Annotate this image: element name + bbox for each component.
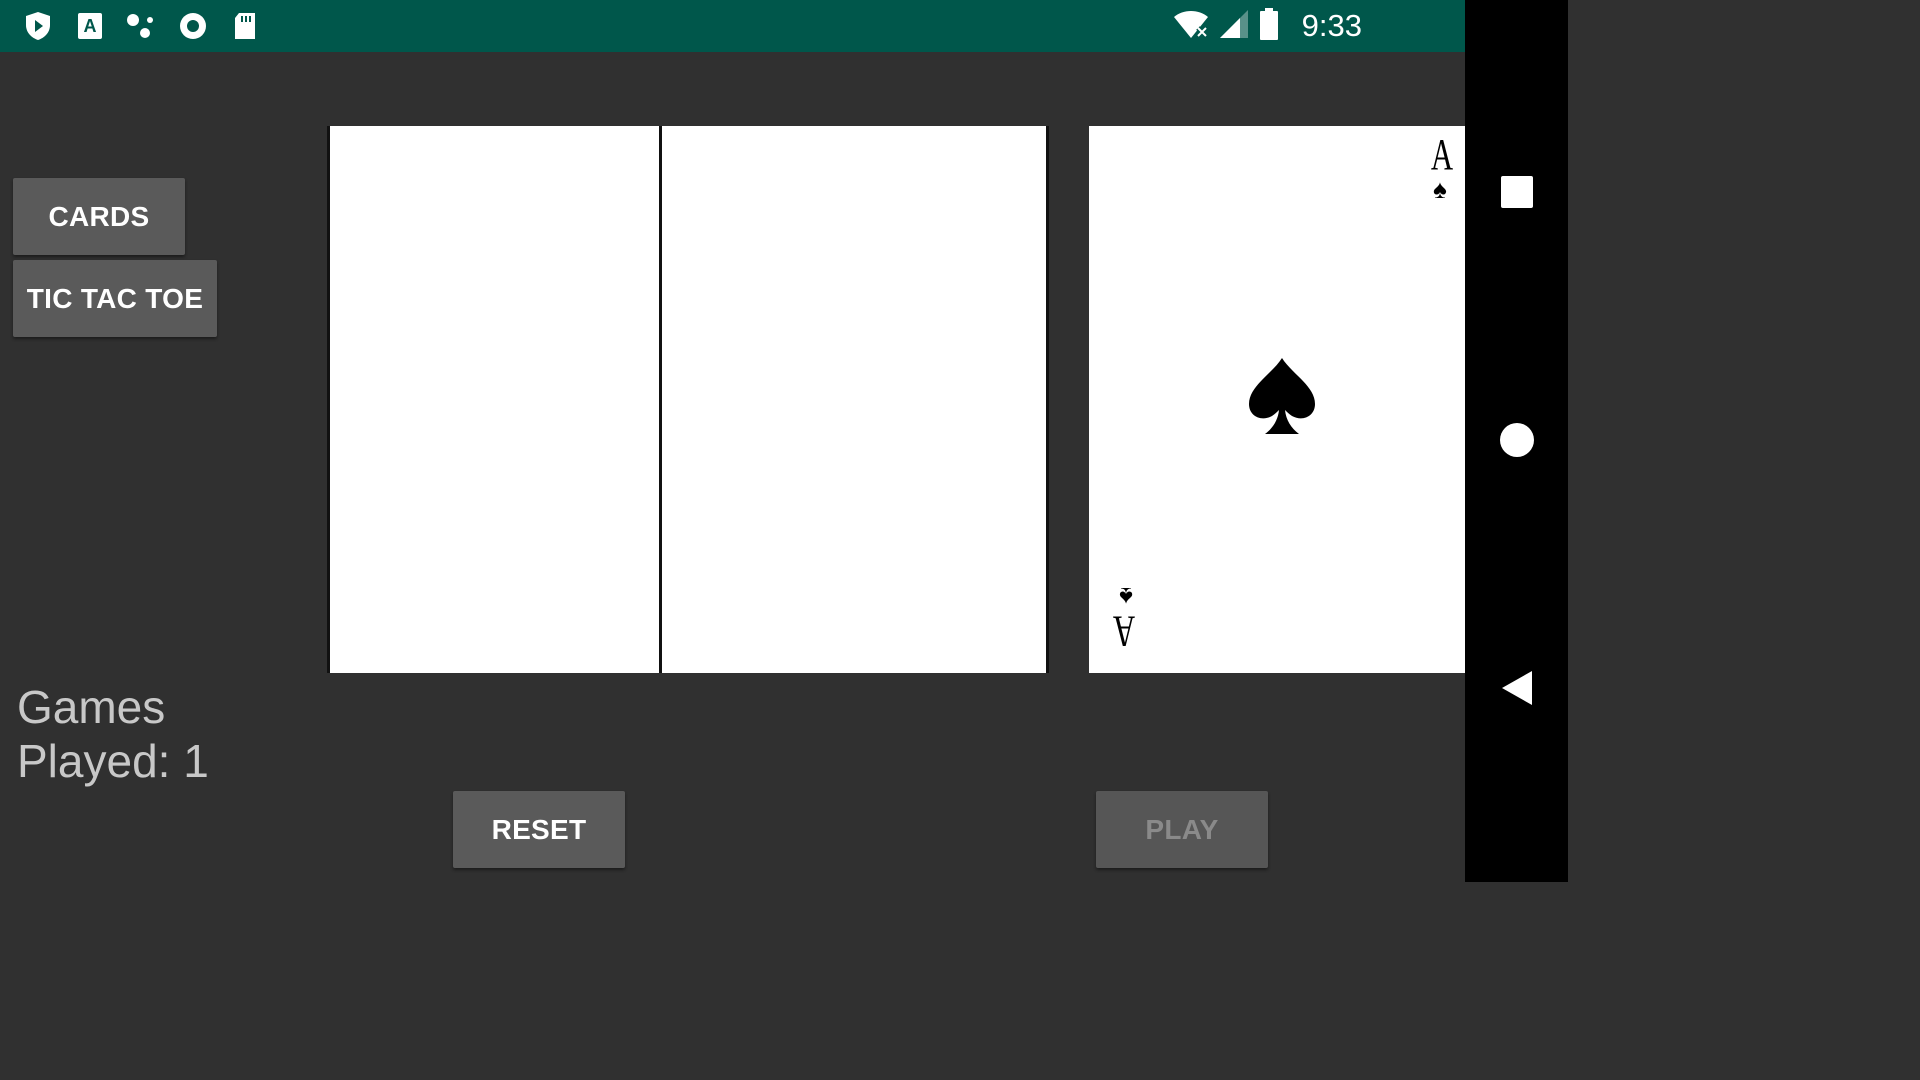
card-suit-top: ♠: [1433, 174, 1447, 204]
keyboard-a-icon: A: [74, 10, 106, 42]
games-label: Games: [17, 681, 166, 733]
card-rank-top: A: [1430, 130, 1454, 179]
played-count: Played: 1: [17, 735, 209, 787]
card-middle-face-down[interactable]: [659, 126, 1049, 673]
reset-button[interactable]: RESET: [453, 791, 625, 868]
recents-square-icon[interactable]: [1465, 160, 1568, 224]
play-protect-icon: [22, 10, 54, 42]
spade-pip-icon: [1247, 356, 1317, 443]
battery-icon: [1258, 7, 1280, 46]
games-played-text: Games Played: 1: [17, 680, 209, 788]
sd-card-icon: [229, 10, 261, 42]
card-ace-of-spades[interactable]: A ♠ A ♠: [1089, 126, 1465, 673]
tic-tac-toe-button[interactable]: TIC TAC TOE: [13, 260, 217, 337]
signal-icon: [1218, 8, 1250, 45]
status-right: 9:33: [1172, 0, 1362, 52]
wifi-off-icon: [1172, 8, 1210, 45]
home-circle-icon[interactable]: [1465, 408, 1568, 472]
navigation-bar: [1465, 0, 1568, 882]
status-time: 9:33: [1301, 8, 1362, 43]
cards-button[interactable]: CARDS: [13, 178, 185, 255]
svg-text:A: A: [84, 16, 97, 36]
back-triangle-icon[interactable]: [1465, 656, 1568, 720]
dots-icon: [125, 10, 157, 42]
card-corner-bottom: A ♠: [1112, 582, 1139, 656]
card-corner-top: A ♠: [1427, 130, 1454, 204]
radio-icon: [177, 10, 209, 42]
card-rank-bottom: A: [1112, 607, 1136, 656]
card-left-face-down[interactable]: [327, 126, 663, 673]
status-bar: A 9:33: [0, 0, 1465, 52]
play-button[interactable]: PLAY: [1096, 791, 1268, 868]
